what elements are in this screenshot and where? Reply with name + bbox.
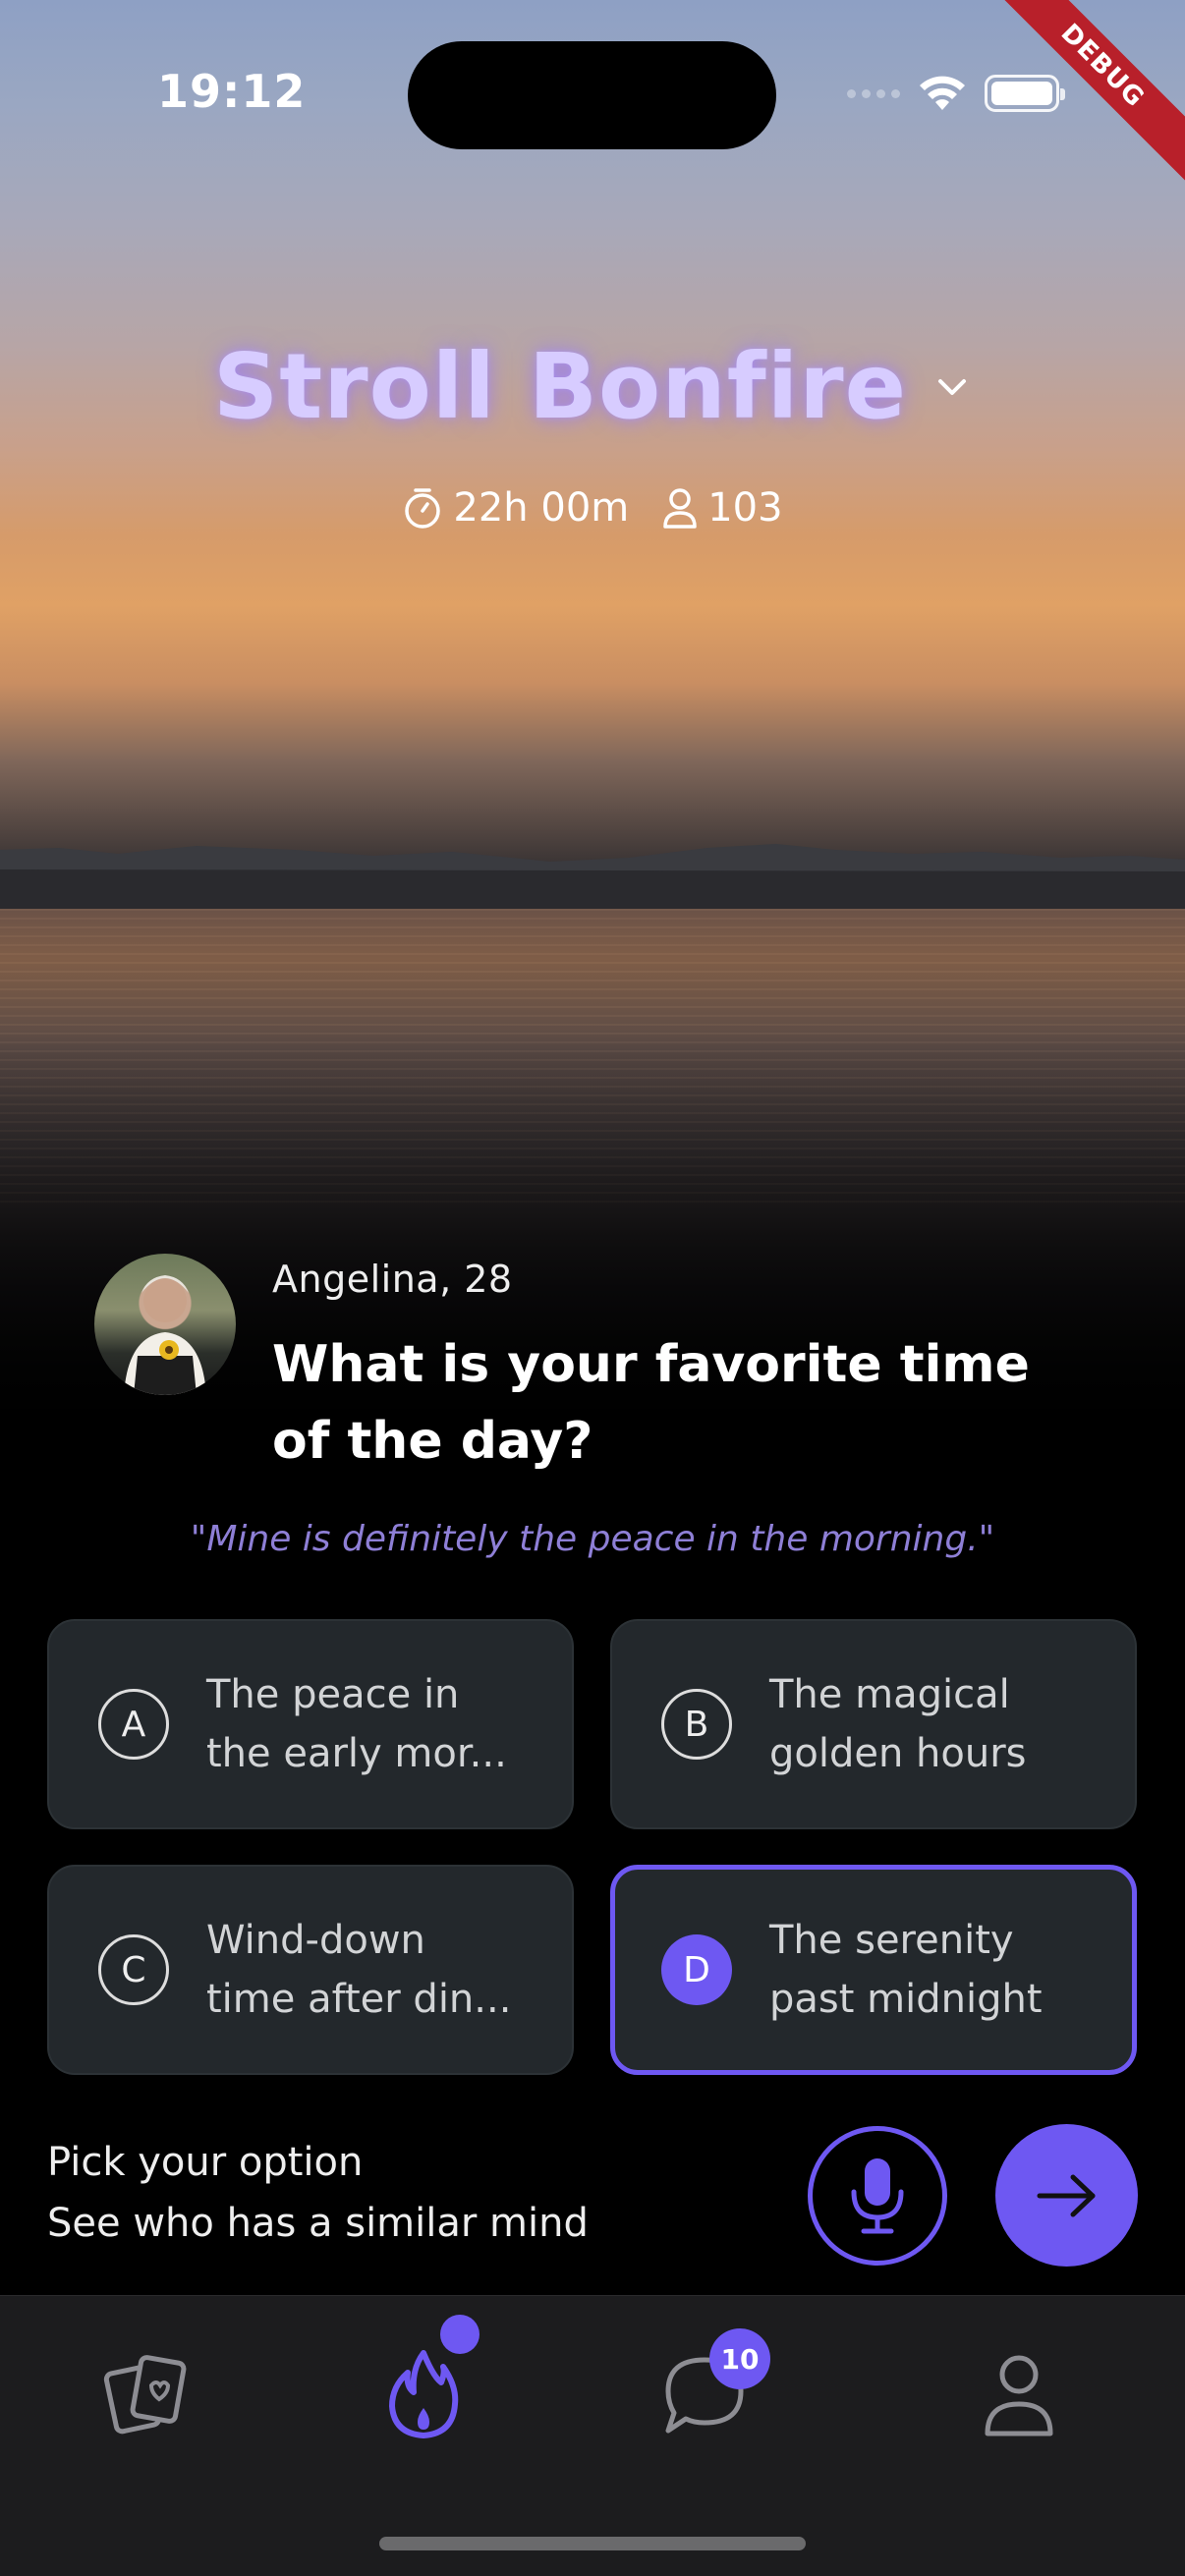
timer: 22h 00m: [402, 485, 629, 531]
status-time: 19:12: [157, 65, 307, 118]
arrow-right-icon: [1037, 2174, 1095, 2216]
microphone-icon: [851, 2158, 904, 2234]
wifi-icon: [920, 76, 965, 110]
timer-value: 22h 00m: [453, 485, 630, 531]
prompt-title: Pick your option: [47, 2140, 364, 2185]
room-meta: 22h 00m 103: [0, 485, 1185, 531]
mic-button[interactable]: [808, 2126, 947, 2266]
hills: [0, 844, 1185, 919]
chevron-down-icon: [938, 378, 967, 395]
participant-value: 103: [707, 485, 783, 531]
option-letter: D: [661, 1934, 732, 2005]
notification-dot: [440, 2315, 480, 2354]
dynamic-island: [408, 41, 776, 149]
option-text: The magical golden hours: [769, 1672, 1027, 1776]
avatar[interactable]: [94, 1254, 236, 1395]
option-d[interactable]: D The serenity past midnight: [610, 1865, 1137, 2075]
signal-icon: [847, 88, 900, 98]
participant-count: 103: [662, 485, 783, 531]
flame-icon: [389, 2350, 459, 2438]
option-text: Wind-down time after din...: [206, 1918, 512, 2022]
option-text: The peace in the early mor...: [206, 1672, 507, 1776]
option-letter: B: [661, 1689, 732, 1760]
option-c[interactable]: C Wind-down time after din...: [47, 1865, 574, 2075]
option-text: The serenity past midnight: [769, 1918, 1043, 2022]
cards-icon: [103, 2355, 187, 2435]
screen: 19:12 DEBUG Stroll Bonfire 22h 00m 103 A…: [0, 0, 1185, 2576]
stopwatch-icon: [405, 488, 441, 529]
tab-bonfire[interactable]: [369, 2340, 478, 2448]
home-indicator: [379, 2537, 806, 2550]
chat-badge: 10: [709, 2328, 770, 2389]
question-text: What is your favorite time of the day?: [272, 1335, 1030, 1471]
next-button[interactable]: [995, 2124, 1138, 2267]
avatar-photo: [124, 1275, 206, 1395]
battery-icon: [985, 75, 1065, 112]
option-b[interactable]: B The magical golden hours: [610, 1619, 1137, 1829]
option-a[interactable]: A The peace in the early mor...: [47, 1619, 574, 1829]
room-title: Stroll Bonfire: [212, 334, 908, 439]
author-quote: "Mine is definitely the peace in the mor…: [190, 1519, 995, 1559]
room-selector[interactable]: Stroll Bonfire: [0, 334, 1185, 439]
option-letter: A: [98, 1689, 169, 1760]
tab-cards[interactable]: [90, 2340, 198, 2448]
person-icon: [663, 488, 697, 529]
status-icons: [847, 69, 1065, 118]
profile-icon: [985, 2355, 1053, 2436]
author-name: Angelina, 28: [272, 1258, 513, 1301]
prompt-subtitle: See who has a similar mind: [47, 2201, 589, 2246]
option-letter: C: [98, 1934, 169, 2005]
tab-profile[interactable]: [965, 2340, 1073, 2448]
